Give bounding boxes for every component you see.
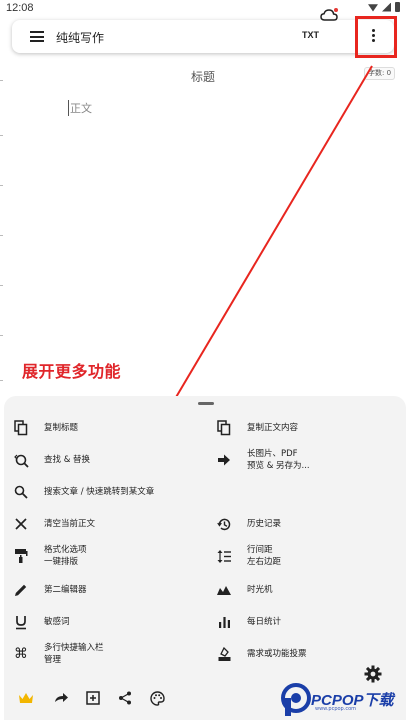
line-spacing-icon [216,548,232,564]
history-icon [216,516,232,532]
menu-item-second-editor[interactable]: 第二编辑器 [13,577,193,603]
find-replace-icon [13,452,29,468]
menu-item-copy-body[interactable]: 复制正文内容 [216,415,396,441]
menu-item-label: 第二编辑器 [44,585,87,595]
crown-premium-icon[interactable] [17,689,35,707]
menu-item-label-line1: 格式化选项 [44,545,87,555]
menu-item-label-line1: 多行快捷输入栏 [44,643,104,653]
palette-icon[interactable] [148,689,166,707]
pencil-icon [13,582,29,598]
annotation-arrow [166,65,373,414]
menu-item-history[interactable]: 历史记录 [216,511,396,537]
menu-item-label: 格式化选项 一键排版 [44,544,87,568]
menu-item-label: 每日统计 [247,617,282,627]
menu-item-search-articles[interactable]: 搜索文章 / 快速跳转到某文章 [13,479,233,505]
bar-chart-icon [216,614,232,630]
format-paint-icon [13,548,29,564]
menu-item-label: 行间距 左右边距 [247,544,281,568]
menu-item-time-machine[interactable]: 时光机 [216,577,396,603]
menu-item-label: 长图片、PDF 预览 & 另存为... [247,448,310,472]
copy-icon [13,420,29,436]
menu-item-quick-input[interactable]: ⌘ 多行快捷输入栏 管理 [13,641,193,667]
menu-item-label: 时光机 [247,585,273,595]
menu-item-line-spacing[interactable]: 行间距 左右边距 [216,543,396,569]
menu-item-label-line2: 左右边距 [247,557,282,567]
search-icon [13,484,29,500]
redo-icon[interactable] [52,689,70,707]
menu-item-label: 需求或功能投票 [247,649,307,659]
menu-item-label-line2: 管理 [44,655,62,665]
menu-item-label: 历史记录 [247,519,282,529]
menu-item-find-replace[interactable]: 查找 & 替换 [13,447,193,473]
copy-icon [216,420,232,436]
menu-item-label: 清空当前正文 [44,519,96,529]
menu-item-label: 复制标题 [44,423,79,433]
menu-item-label: 敏感词 [44,617,70,627]
menu-item-format-options[interactable]: 格式化选项 一键排版 [13,543,193,569]
add-box-icon[interactable] [84,689,102,707]
menu-item-label: 搜索文章 / 快速跳转到某文章 [44,487,155,497]
arrow-right-icon [216,452,232,468]
menu-item-clear-body[interactable]: 清空当前正文 [13,511,193,537]
vote-icon [216,646,232,662]
menu-item-label-line1: 长图片、PDF [247,449,298,459]
close-icon [13,516,29,532]
menu-item-label-line2: 一键排版 [44,557,79,567]
menu-item-label: 多行快捷输入栏 管理 [44,642,104,666]
landscape-icon [216,582,232,598]
menu-item-label-line2: 预览 & 另存为... [247,461,310,471]
menu-item-copy-title[interactable]: 复制标题 [13,415,193,441]
share-icon[interactable] [116,689,134,707]
underline-icon [13,614,29,630]
menu-item-export-image-pdf[interactable]: 长图片、PDF 预览 & 另存为... [216,447,396,473]
menu-item-daily-stats[interactable]: 每日统计 [216,609,396,635]
menu-item-label: 复制正文内容 [247,423,299,433]
menu-item-sensitive-words[interactable]: 敏感词 [13,609,193,635]
watermark-url: www.pcpop.com [315,706,356,712]
command-icon: ⌘ [14,646,28,662]
menu-item-label-line1: 行间距 [247,545,273,555]
menu-item-label: 查找 & 替换 [44,455,91,465]
sheet-drag-handle[interactable] [198,402,214,405]
